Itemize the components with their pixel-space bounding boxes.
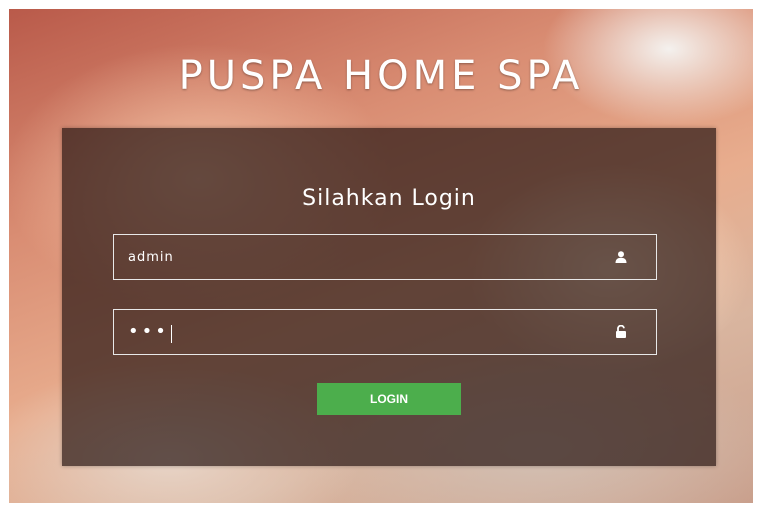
login-heading: Silahkan Login	[302, 186, 476, 211]
password-field[interactable]: •••	[113, 309, 657, 355]
user-icon	[615, 251, 627, 263]
username-value[interactable]: admin	[114, 250, 614, 265]
login-button[interactable]: LOGIN	[317, 383, 461, 415]
login-panel: Silahkan Login admin ••• LOGIN	[62, 128, 716, 466]
password-input[interactable]: •••	[114, 321, 614, 343]
page-title: PUSPA HOME SPA	[178, 53, 584, 99]
lock-icon	[616, 325, 626, 338]
password-value: •••	[128, 321, 169, 343]
username-field[interactable]: admin	[113, 234, 657, 280]
text-cursor	[170, 324, 172, 343]
background-photo: PUSPA HOME SPA Silahkan Login admin ••• …	[9, 9, 753, 503]
